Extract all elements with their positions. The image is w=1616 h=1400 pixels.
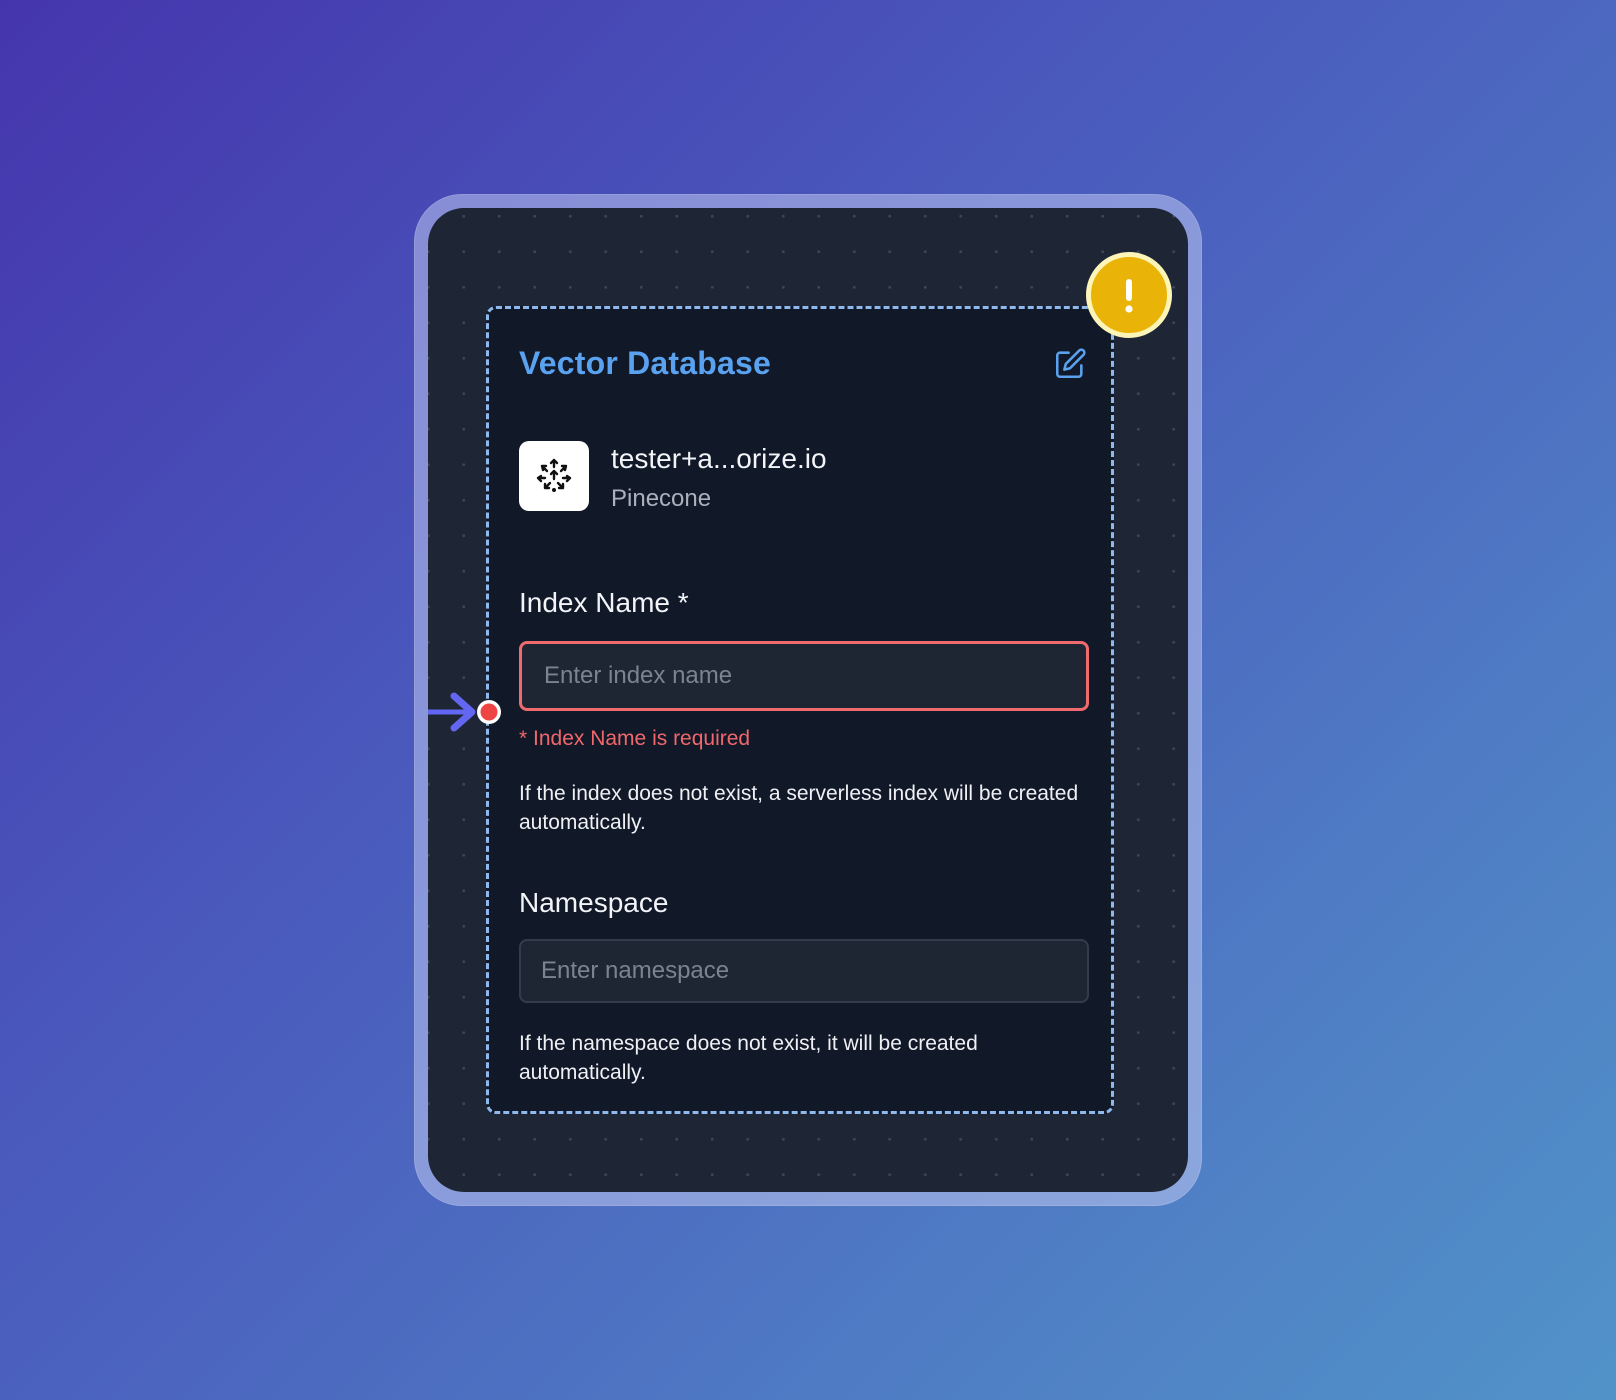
connection-handle-icon[interactable] bbox=[425, 690, 508, 734]
namespace-label: Namespace bbox=[519, 887, 669, 918]
index-name-help: If the index does not exist, a serverles… bbox=[519, 782, 1079, 834]
index-name-input[interactable] bbox=[519, 641, 1089, 711]
namespace-help: If the namespace does not exist, it will… bbox=[519, 1032, 978, 1084]
account-name: tester+a...orize.io bbox=[611, 443, 827, 474]
index-name-error: * Index Name is required bbox=[519, 727, 751, 750]
edit-icon[interactable] bbox=[1053, 347, 1087, 381]
node-title: Vector Database bbox=[519, 345, 772, 381]
account-provider: Pinecone bbox=[611, 485, 712, 512]
namespace-input[interactable] bbox=[519, 939, 1089, 1003]
warning-icon[interactable] bbox=[1086, 252, 1172, 338]
vector-database-node[interactable]: Vector Database tester+a...orize.io Pine… bbox=[486, 306, 1114, 1114]
index-name-label: Index Name * bbox=[519, 587, 689, 618]
pinecone-logo-icon bbox=[519, 441, 589, 511]
